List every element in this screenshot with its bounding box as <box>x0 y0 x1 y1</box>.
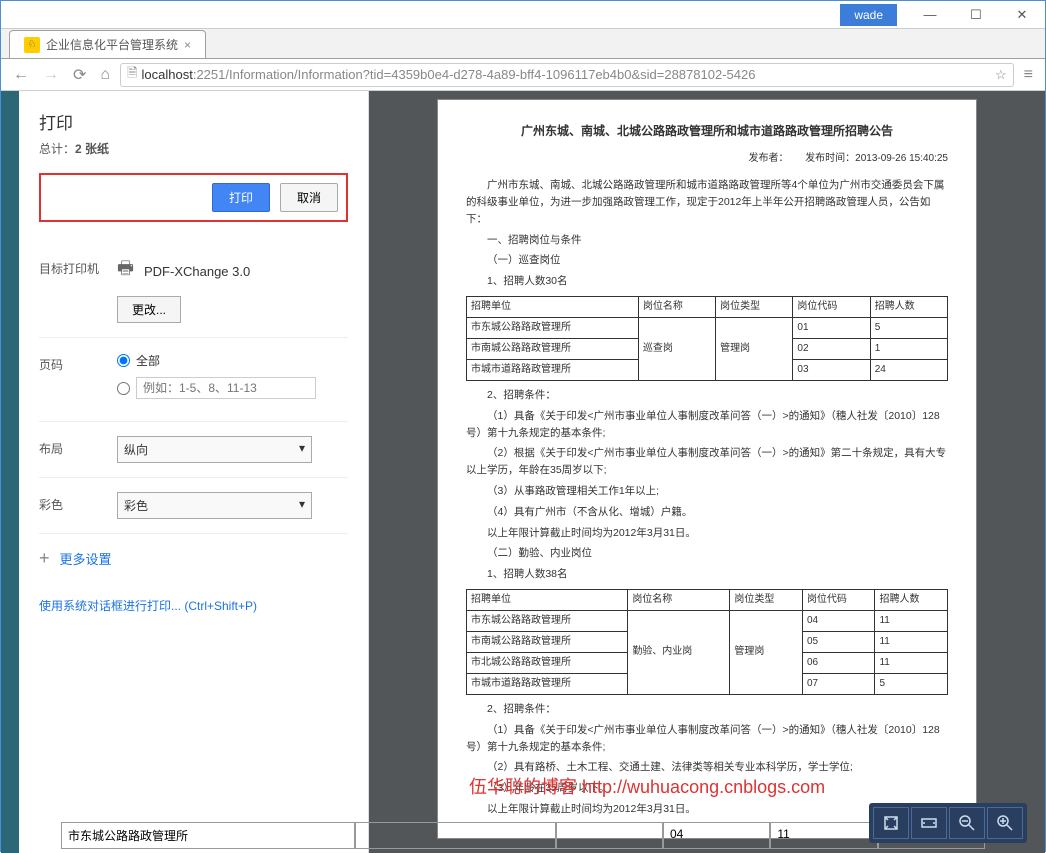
fit-page-icon[interactable] <box>873 807 909 839</box>
address-bar: ← → ⟳ ⌂ 🗎 localhost:2251/Information/Inf… <box>1 59 1045 91</box>
section-pages: 页码 全部 <box>39 338 348 422</box>
more-settings[interactable]: + 更多设置 <box>39 534 348 583</box>
home-icon[interactable]: ⌂ <box>96 66 114 84</box>
chevron-down-icon: ▾ <box>299 441 305 458</box>
table-1: 招聘单位岗位名称岗位类型岗位代码招聘人数 市东城公路路政管理所巡查岗管理岗015… <box>466 296 948 381</box>
titlebar: wade — ☐ ✕ <box>1 1 1045 29</box>
minimize-button[interactable]: — <box>907 1 953 29</box>
preview-area: 广州东城、南城、北城公路路政管理所和城市道路路政管理所招聘公告 发布者： 发布时… <box>369 91 1045 853</box>
tab-title: 企业信息化平台管理系统 <box>46 36 178 53</box>
browser-tab[interactable]: ♘ 企业信息化平台管理系统 × <box>9 30 206 58</box>
plus-icon: + <box>39 548 50 569</box>
print-summary: 总计：2 张纸 <box>39 140 348 157</box>
reload-icon[interactable]: ⟳ <box>69 65 90 85</box>
print-sidebar: 打印 总计：2 张纸 打印 取消 目标打印机 🖶 PDF-XChange 3.0… <box>19 91 369 853</box>
page-icon: 🗎 <box>127 64 137 86</box>
table-2: 招聘单位岗位名称岗位类型岗位代码招聘人数 市东城公路路政管理所勤验、内业岗管理岗… <box>466 589 948 695</box>
zoom-out-icon[interactable] <box>949 807 985 839</box>
print-title: 打印 <box>39 109 348 134</box>
watermark: 伍华聪的博客 http://wuhuacong.cnblogs.com <box>469 773 825 799</box>
pages-range-radio[interactable] <box>117 382 130 395</box>
forward-icon[interactable]: → <box>39 66 63 84</box>
print-preview-page: 广州东城、南城、北城公路路政管理所和城市道路路政管理所招聘公告 发布者： 发布时… <box>437 99 977 839</box>
tab-close-icon[interactable]: × <box>184 38 191 52</box>
doc-meta: 发布者： 发布时间：2013-09-26 15:40:25 <box>466 151 948 167</box>
star-icon[interactable]: ☆ <box>995 67 1007 83</box>
system-dialog-link[interactable]: 使用系统对话框进行打印... (Ctrl+Shift+P) <box>39 583 348 628</box>
pages-range-input[interactable] <box>136 377 316 399</box>
chevron-down-icon: ▾ <box>299 497 305 514</box>
favicon-icon: ♘ <box>24 37 40 53</box>
printer-icon: 🖶 <box>117 256 134 286</box>
print-button[interactable]: 打印 <box>212 183 270 212</box>
doc-title: 广州东城、南城、北城公路路政管理所和城市道路路政管理所招聘公告 <box>466 122 948 141</box>
section-destination: 目标打印机 🖶 PDF-XChange 3.0 更改... <box>39 242 348 338</box>
url-input[interactable]: 🗎 localhost:2251/Information/Information… <box>120 63 1014 87</box>
maximize-button[interactable]: ☐ <box>953 1 999 29</box>
menu-icon[interactable]: ≡ <box>1020 66 1037 84</box>
color-select[interactable]: 彩色▾ <box>117 492 312 519</box>
section-color: 彩色 彩色▾ <box>39 478 348 534</box>
section-layout: 布局 纵向▾ <box>39 422 348 478</box>
action-row: 打印 取消 <box>39 173 348 222</box>
pages-all-radio[interactable] <box>117 354 130 367</box>
app-strip <box>1 91 19 853</box>
back-icon[interactable]: ← <box>9 66 33 84</box>
preview-toolbar <box>869 803 1027 843</box>
tab-bar: ♘ 企业信息化平台管理系统 × <box>1 29 1045 59</box>
printer-row: 🖶 PDF-XChange 3.0 <box>117 256 348 286</box>
zoom-in-icon[interactable] <box>987 807 1023 839</box>
close-button[interactable]: ✕ <box>999 1 1045 29</box>
background-row: 市东城公路路政管理所 04 11 <box>61 822 985 849</box>
layout-select[interactable]: 纵向▾ <box>117 436 312 463</box>
cancel-button[interactable]: 取消 <box>280 183 338 212</box>
change-printer-button[interactable]: 更改... <box>117 296 181 323</box>
user-badge: wade <box>840 4 897 26</box>
fit-width-icon[interactable] <box>911 807 947 839</box>
